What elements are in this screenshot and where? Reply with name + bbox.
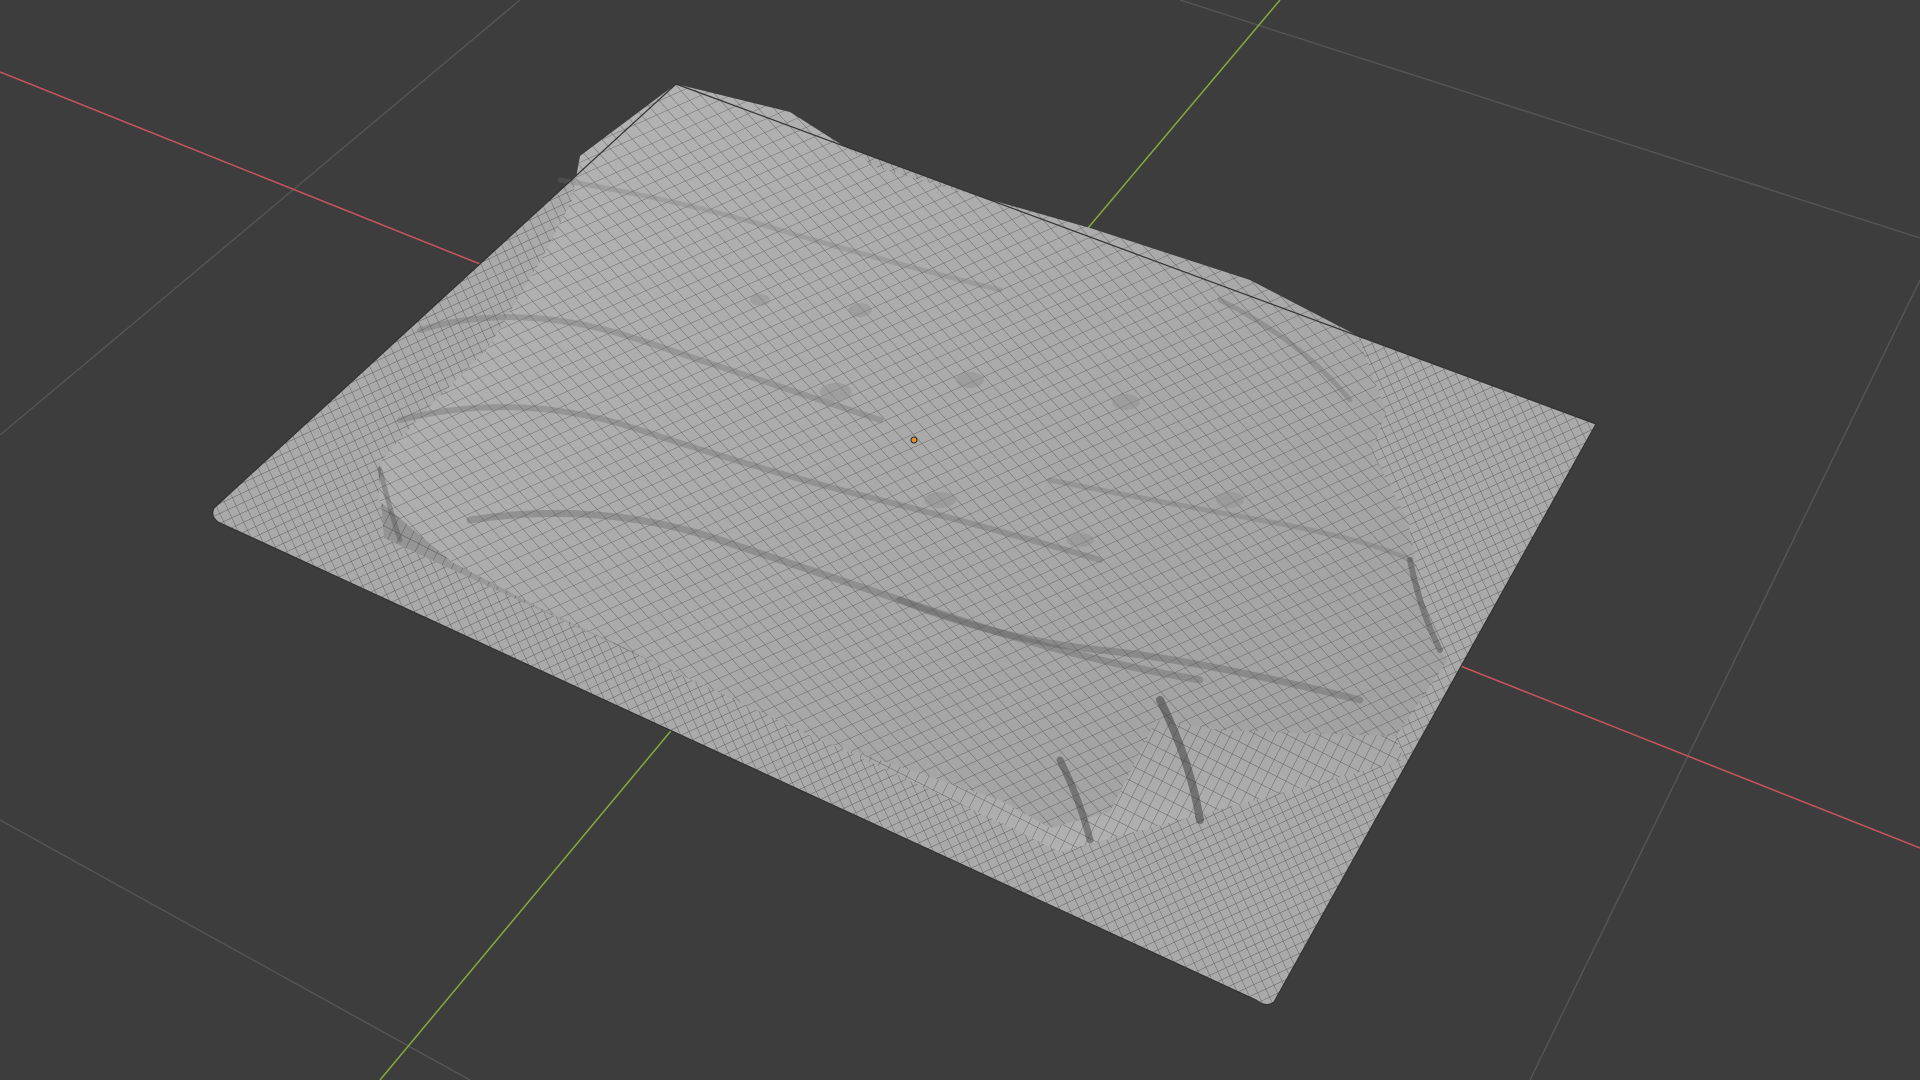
3d-viewport[interactable]	[0, 0, 1920, 1080]
viewport-canvas[interactable]	[0, 0, 1920, 1080]
object-origin-dot[interactable]	[910, 436, 918, 444]
terrain-mesh[interactable]	[212, 83, 1597, 1006]
